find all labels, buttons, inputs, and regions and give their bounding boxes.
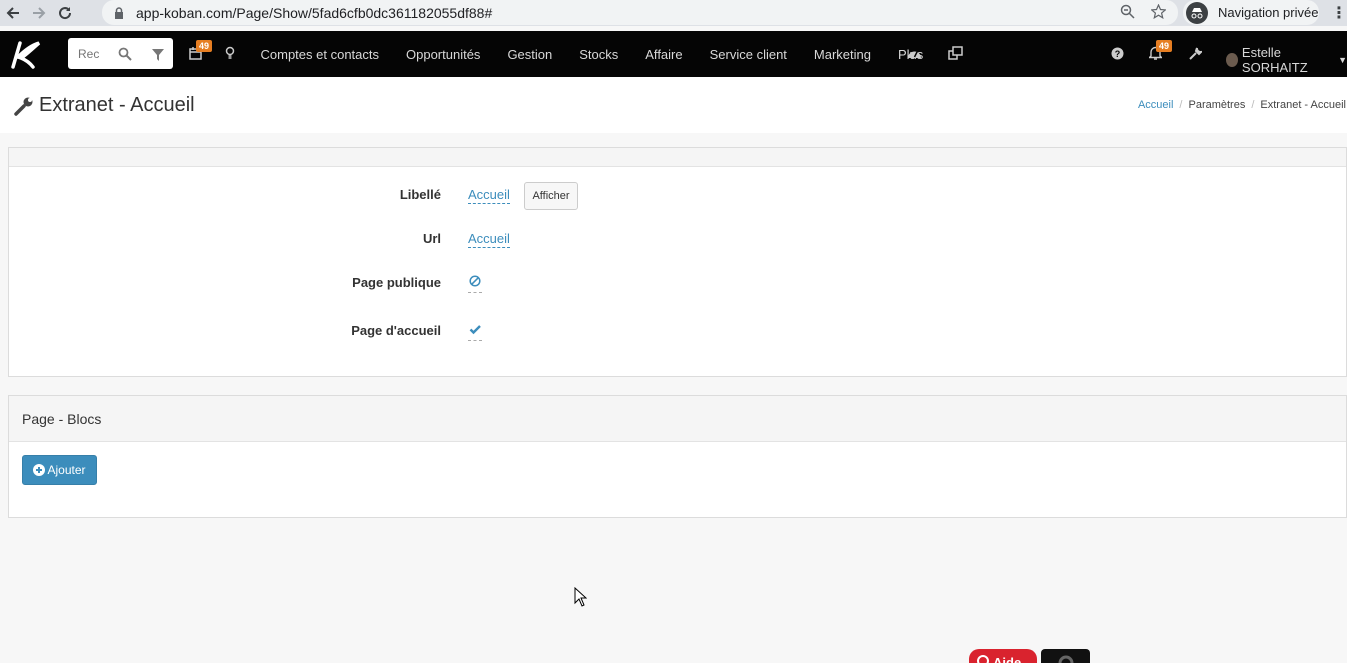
search-icon[interactable] [118,47,132,61]
incognito-indicator[interactable]: Navigation privée [1183,0,1319,25]
check-icon[interactable] [468,323,482,341]
breadcrumb-home[interactable]: Accueil [1138,99,1173,111]
add-bloc-label: Ajouter [47,463,86,477]
aide-label: Aide [993,655,1022,663]
help-icon[interactable]: ? [1108,44,1126,62]
breadcrumb-separator: / [1179,99,1183,111]
caret-down-icon: ▼ [1338,55,1347,65]
filter-icon[interactable] [152,48,164,61]
zoom-icon[interactable] [1120,4,1135,23]
breadcrumb-current: Extranet - Accueil [1260,99,1346,111]
page-title-text: Extranet - Accueil [39,94,195,116]
settings-widget-button[interactable] [1041,649,1090,663]
koban-logo[interactable] [8,39,42,69]
forward-icon[interactable] [26,0,52,26]
menu-item-marketing[interactable]: Marketing [800,47,884,62]
calendar-badge: 49 [196,40,213,52]
breadcrumb-parametres[interactable]: Paramètres [1188,99,1245,111]
blocs-panel-title: Page - Blocs [9,396,1346,442]
details-panel-header [9,148,1346,167]
svg-text:?: ? [1114,49,1120,59]
details-panel: Libellé Accueil Afficher Url Accueil Pag… [8,147,1347,377]
aide-button[interactable]: Aide [969,649,1037,663]
breadcrumb: Accueil / Paramètres / Extranet - Accuei… [1138,99,1346,111]
plus-circle-icon [33,464,46,476]
libelle-value[interactable]: Accueil [468,187,510,204]
url-value[interactable]: Accueil [468,231,510,248]
wrench-icon [14,96,34,116]
menu-item-gestion[interactable]: Gestion [494,47,566,62]
help-circle-icon [977,655,989,663]
url-label: Url [422,231,441,246]
global-search [68,38,173,69]
menu-item-service-client[interactable]: Service client [696,47,800,62]
blocs-panel: Page - Blocs Ajouter [8,395,1347,518]
lock-icon [114,6,128,19]
gear-icon [1057,654,1075,663]
address-bar[interactable]: app-koban.com/Page/Show/5fad6cfb0dc36118… [102,0,1178,25]
menu-item-affaire[interactable]: Affaire [632,47,696,62]
windows-icon[interactable] [946,44,964,62]
search-input[interactable] [78,46,106,61]
wrench-icon[interactable] [1186,44,1204,62]
user-name: Estelle SORHAITZ [1241,45,1308,75]
menu-item-comptes[interactable]: Comptes et contacts [247,47,393,62]
menu-item-opportunites[interactable]: Opportunités [393,47,494,62]
back-icon[interactable] [0,0,26,26]
user-menu[interactable]: Estelle SORHAITZ ▼ [1226,45,1347,75]
dashboard-icon[interactable] [905,44,923,62]
main-menu: Comptes et contacts Opportunités Gestion… [247,31,937,77]
browser-menu-icon[interactable]: ⋮ [1331,3,1347,23]
libelle-label: Libellé [399,187,441,202]
ban-icon[interactable] [468,275,482,293]
afficher-button[interactable]: Afficher [524,182,578,210]
page-header: Extranet - Accueil Accueil / Paramètres … [0,77,1347,133]
incognito-label: Navigation privée [1218,5,1319,20]
home-page-label: Page d'accueil [351,323,441,338]
incognito-icon [1186,1,1208,24]
breadcrumb-separator: / [1251,99,1255,111]
menu-item-stocks[interactable]: Stocks [566,47,632,62]
add-bloc-button[interactable]: Ajouter [22,455,97,485]
public-page-label: Page publique [352,275,441,290]
page-title: Extranet - Accueil [14,94,195,117]
reload-icon[interactable] [52,0,78,26]
app-topbar: 49 Comptes et contacts Opportunités Gest… [0,31,1347,77]
notification-badge: 49 [1156,40,1173,52]
mouse-cursor-icon [574,586,588,607]
star-icon[interactable] [1150,3,1167,23]
url-text: app-koban.com/Page/Show/5fad6cfb0dc36118… [136,4,493,21]
avatar [1226,53,1238,67]
lightbulb-icon[interactable] [221,44,239,62]
